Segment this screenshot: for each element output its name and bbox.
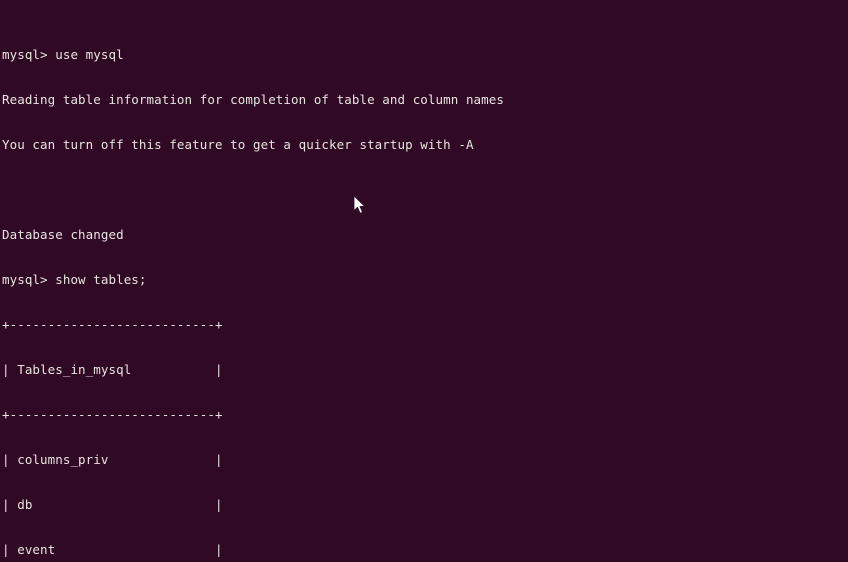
terminal-line: mysql> use mysql (2, 47, 124, 62)
table-border-header: +---------------------------+ (2, 407, 223, 422)
table-row: | db | (2, 497, 223, 512)
table-row: | columns_priv | (2, 452, 223, 467)
table-border-top: +---------------------------+ (2, 317, 223, 332)
terminal-line: Database changed (2, 227, 124, 242)
terminal-screen[interactable]: mysql> use mysql Reading table informati… (2, 2, 848, 562)
terminal-line: Reading table information for completion… (2, 92, 504, 107)
table-column-header: | Tables_in_mysql | (2, 362, 223, 377)
terminal-window[interactable]: mysql> use mysql Reading table informati… (0, 0, 848, 562)
table-row: | event | (2, 542, 223, 557)
terminal-line: mysql> show tables; (2, 272, 147, 287)
terminal-line: You can turn off this feature to get a q… (2, 137, 474, 152)
